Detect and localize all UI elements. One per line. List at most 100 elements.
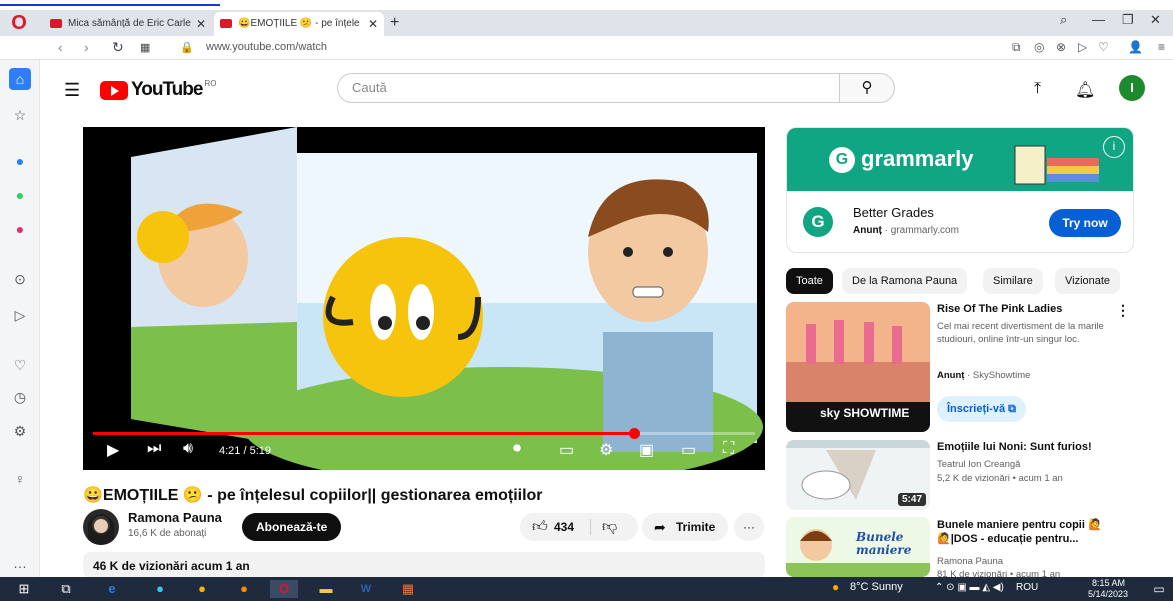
speed-dial-icon[interactable]: ▦ xyxy=(140,41,150,54)
volume-icon[interactable]: 🔊︎ xyxy=(183,440,193,458)
video-progress-knob[interactable] xyxy=(628,428,640,439)
opera-logo-icon[interactable]: O xyxy=(8,12,30,34)
browser-tab-active[interactable]: 😀EMOȚIILE 😕 - pe înțele ✕ xyxy=(214,12,384,36)
word-icon[interactable]: W xyxy=(356,580,376,598)
clock-date[interactable]: 5/14/2023 xyxy=(1088,589,1128,599)
miniplayer-icon[interactable]: ▣ xyxy=(639,440,654,460)
dislike-icon[interactable]: 👎︎ xyxy=(602,513,617,541)
upload-icon[interactable]: ⤒ xyxy=(1034,80,1041,98)
close-tab-icon[interactable]: ✕ xyxy=(196,12,206,36)
video-player[interactable]: ▶ ⏭ 🔊︎ 4:21 / 5:19 ⏺ ▭ ⚙ ▣ ▭ ⛶ xyxy=(83,127,765,470)
heart-icon[interactable]: ♡ xyxy=(1098,40,1109,54)
rec-thumbnail[interactable]: Bunele maniere xyxy=(786,517,930,577)
task-view-icon[interactable]: ⧉ xyxy=(56,580,76,598)
user-avatar[interactable]: I xyxy=(1119,75,1145,101)
play-icon[interactable]: ▶ xyxy=(107,440,119,460)
flow-icon[interactable]: ▷ xyxy=(1078,40,1087,54)
like-count[interactable]: 434 xyxy=(554,513,574,541)
ad-card[interactable]: G grammarly i G Better Grades Anunț · gr… xyxy=(786,127,1134,253)
rec-more-icon[interactable]: ⋮ xyxy=(1116,302,1130,319)
more-icon[interactable]: … xyxy=(9,552,31,574)
favorites-icon[interactable]: ♡ xyxy=(9,354,31,376)
firefox-icon[interactable]: ● xyxy=(234,580,254,598)
adblock-icon[interactable]: ⊗ xyxy=(1056,40,1066,54)
opera-taskbar-icon[interactable]: O xyxy=(270,580,298,598)
rec-channel[interactable]: Teatrul Ion Creangă xyxy=(937,458,1117,471)
url-field[interactable]: www.youtube.com/watch xyxy=(206,41,327,53)
ad-banner: G grammarly i xyxy=(787,128,1133,191)
reload-icon[interactable]: ↻ xyxy=(112,39,124,56)
tips-icon[interactable]: ♀ xyxy=(9,468,31,490)
settings-icon[interactable]: ⚙ xyxy=(9,420,31,442)
menu-icon[interactable]: ☰ xyxy=(64,80,80,101)
books-illustration xyxy=(1014,145,1099,185)
youtube-logo[interactable]: YouTube RO xyxy=(100,79,216,101)
search-input[interactable]: Caută xyxy=(337,73,839,103)
ad-info-icon[interactable]: i xyxy=(1103,136,1125,158)
tray-icons[interactable]: ⌃ ⊙ ▣ ▬ ◭ ◀) xyxy=(935,582,1004,593)
subtitles-icon[interactable]: ▭ xyxy=(559,440,574,460)
autoplay-toggle[interactable]: ⏺ xyxy=(513,440,521,458)
notifications-bell-icon[interactable]: 🔔︎ xyxy=(1075,80,1095,100)
camera-icon[interactable]: ◎ xyxy=(1034,40,1044,54)
search-tabs-icon[interactable]: ⌕ xyxy=(1060,12,1067,28)
whatsapp-icon[interactable]: ● xyxy=(9,184,31,206)
chip-from-channel[interactable]: De la Ramona Pauna xyxy=(842,268,968,294)
rec-thumbnail[interactable]: sky SHOWTIME xyxy=(786,302,930,432)
signup-button[interactable]: Înscrieți-vă ⧉ xyxy=(937,396,1027,422)
chip-related[interactable]: Similare xyxy=(983,268,1043,294)
file-explorer-icon[interactable]: ▬ xyxy=(316,580,336,598)
browser-tab-inactive[interactable]: Mica sămânță de Eric Carle ✕ xyxy=(44,12,212,36)
rec-title[interactable]: Rise Of The Pink Ladies xyxy=(937,302,1117,316)
send-icon[interactable]: ▷ xyxy=(9,304,31,326)
maximize-button[interactable]: ❐ xyxy=(1122,12,1134,28)
home-icon[interactable]: ⌂ xyxy=(9,68,31,90)
subscribe-button[interactable]: Abonează-te xyxy=(242,513,342,541)
next-icon[interactable]: ⏭ xyxy=(147,440,161,458)
notifications-icon[interactable]: ▭ xyxy=(1150,580,1168,598)
snapshot-icon[interactable]: ⧉ xyxy=(1012,40,1021,55)
easy-setup-icon[interactable]: ≡ xyxy=(1158,40,1165,54)
video-progress-bar[interactable] xyxy=(93,428,755,439)
try-now-button[interactable]: Try now xyxy=(1049,209,1121,237)
forward-icon[interactable]: › xyxy=(84,39,89,55)
messenger-icon[interactable]: ● xyxy=(9,150,31,172)
video-progress-fill xyxy=(93,432,634,435)
new-tab-button[interactable]: + xyxy=(390,14,399,32)
rec-thumbnail[interactable]: 5:47 xyxy=(786,440,930,510)
chrome-icon[interactable]: ● xyxy=(192,580,212,598)
description-box[interactable]: 46 K de vizionări acum 1 an xyxy=(83,552,765,578)
player-icon[interactable]: ⊙ xyxy=(9,268,31,290)
top-link-strip xyxy=(0,0,1173,10)
youtube-play-icon xyxy=(100,80,128,100)
minimize-button[interactable]: — xyxy=(1092,12,1105,27)
language-indicator[interactable]: ROU xyxy=(1016,582,1038,593)
profile-icon[interactable]: 👤 xyxy=(1128,40,1143,54)
edge-new-icon[interactable]: ● xyxy=(150,580,170,598)
channel-avatar[interactable] xyxy=(83,509,119,545)
rec-channel[interactable]: Ramona Pauna xyxy=(937,555,1117,568)
clock-time[interactable]: 8:15 AM xyxy=(1092,578,1125,588)
search-button[interactable]: ⚲ xyxy=(839,73,895,103)
chip-all[interactable]: Toate xyxy=(786,268,833,294)
close-tab-icon[interactable]: ✕ xyxy=(368,12,378,36)
weather-text[interactable]: 8°C Sunny xyxy=(850,581,903,593)
history-icon[interactable]: ◷ xyxy=(9,386,31,408)
share-button[interactable]: ➦ Trimite xyxy=(642,513,728,541)
fullscreen-icon[interactable]: ⛶ xyxy=(723,440,734,458)
channel-name[interactable]: Ramona Pauna xyxy=(128,510,222,525)
like-icon[interactable]: 👍︎ xyxy=(532,513,548,541)
start-icon[interactable]: ⊞ xyxy=(14,580,34,598)
rec-title[interactable]: Emoțiile lui Noni: Sunt furios! xyxy=(937,440,1117,454)
bookmarks-icon[interactable]: ☆ xyxy=(9,104,31,126)
settings-gear-icon[interactable]: ⚙ xyxy=(599,440,613,460)
close-window-button[interactable]: ✕ xyxy=(1150,12,1161,28)
rec-title[interactable]: Bunele maniere pentru copii 🙋 🙋|DOS - ed… xyxy=(937,518,1117,546)
instagram-icon[interactable]: ● xyxy=(9,218,31,240)
edge-icon[interactable]: e xyxy=(102,580,122,598)
back-icon[interactable]: ‹ xyxy=(58,39,63,55)
app-icon[interactable]: ▦ xyxy=(398,580,418,598)
more-actions-button[interactable]: ··· xyxy=(734,513,764,541)
theater-mode-icon[interactable]: ▭ xyxy=(681,440,696,460)
chip-watched[interactable]: Vizionate xyxy=(1055,268,1121,294)
